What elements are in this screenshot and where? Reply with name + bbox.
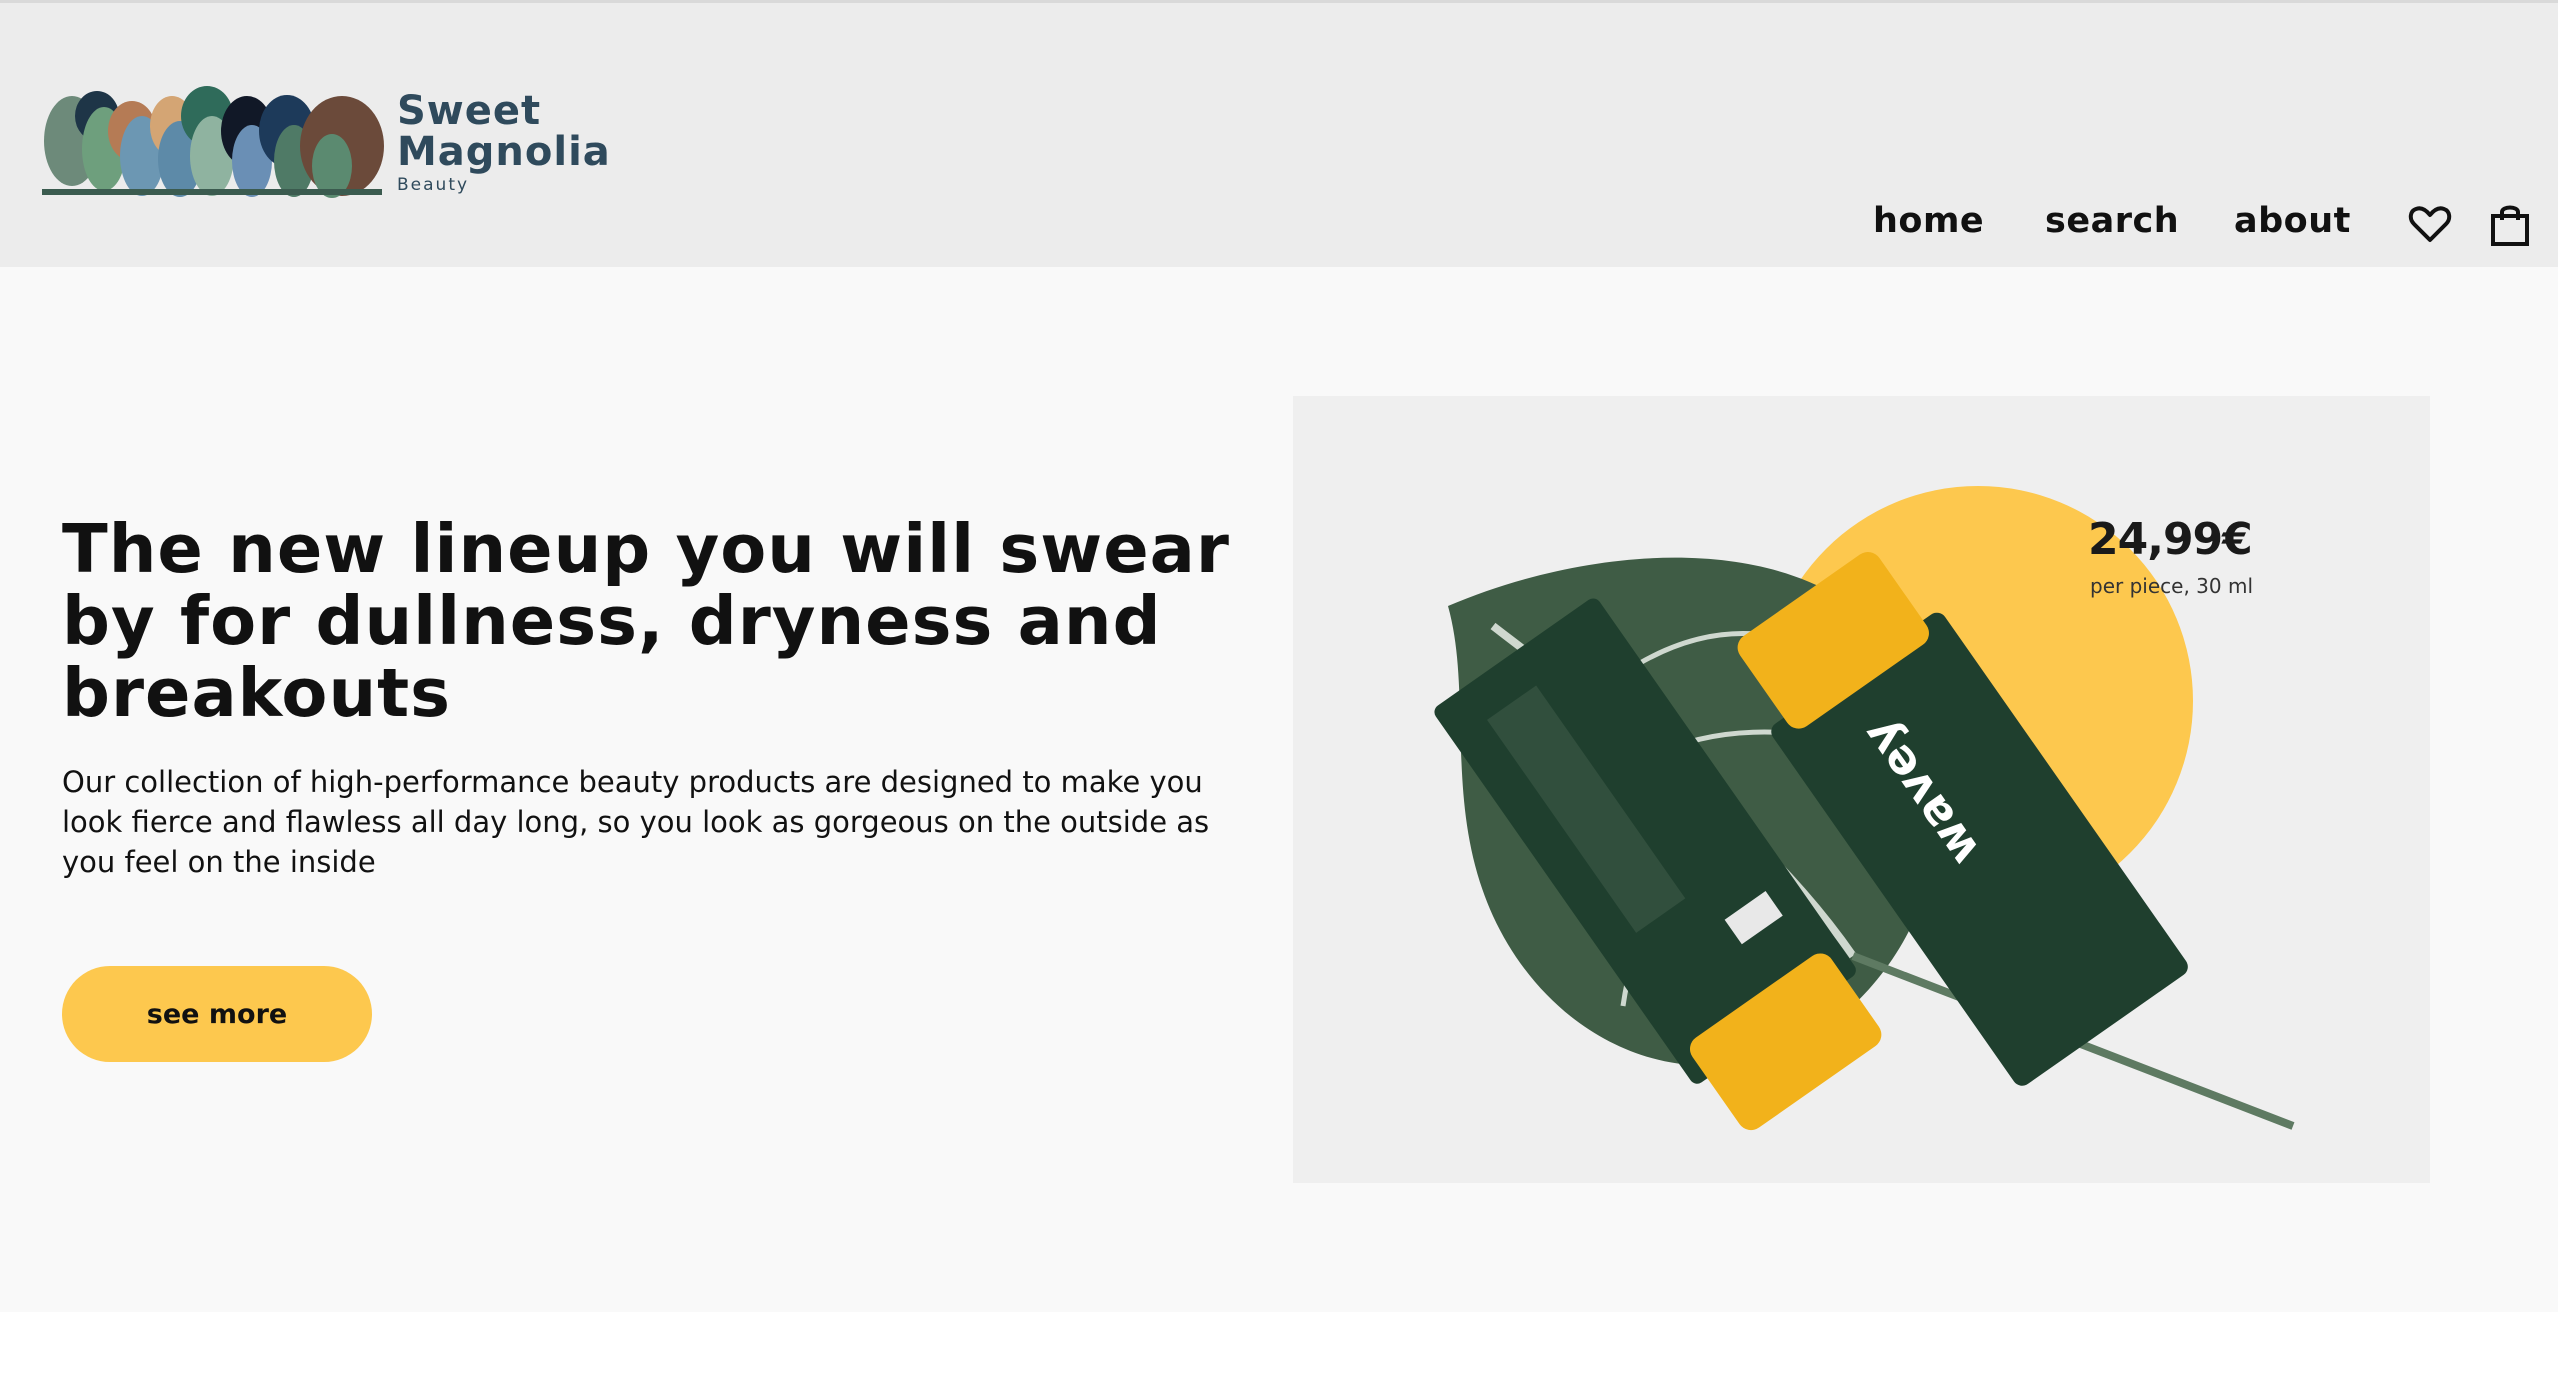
hero-title: The new lineup you will swear by for dul… — [62, 510, 1230, 732]
product-illustration: wavey — [1434, 486, 2295, 1131]
heart-icon[interactable] — [2406, 200, 2454, 248]
hero-description: Our collection of high-performance beaut… — [62, 765, 1210, 879]
product-price: 24,99€ — [2088, 514, 2253, 565]
logo-faces-illustration — [42, 86, 384, 198]
nav-about[interactable]: about — [2234, 201, 2351, 241]
main-nav: home search about — [0, 201, 2558, 251]
product-image: wavey 24,99€ per piece, 30 ml — [1293, 396, 2430, 1183]
brand-tagline: Beauty — [397, 175, 470, 195]
hero-section: The new lineup you will swear by for dul… — [0, 267, 2558, 1312]
see-more-button[interactable]: see more — [62, 966, 372, 1062]
brand-name-line2: Magnolia — [397, 129, 611, 175]
page-bottom-area — [0, 1312, 2558, 1380]
brand-logo[interactable]: Sweet Magnolia Beauty — [42, 71, 610, 201]
site-header: Sweet Magnolia Beauty home search about — [0, 0, 2558, 267]
nav-home[interactable]: home — [1873, 201, 1984, 241]
shopping-bag-icon[interactable] — [2486, 200, 2534, 248]
brand-wordmark: Sweet Magnolia Beauty — [397, 88, 611, 196]
brand-name-line1: Sweet — [397, 88, 542, 134]
nav-search[interactable]: search — [2045, 201, 2179, 241]
product-price-detail: per piece, 30 ml — [2090, 574, 2253, 598]
